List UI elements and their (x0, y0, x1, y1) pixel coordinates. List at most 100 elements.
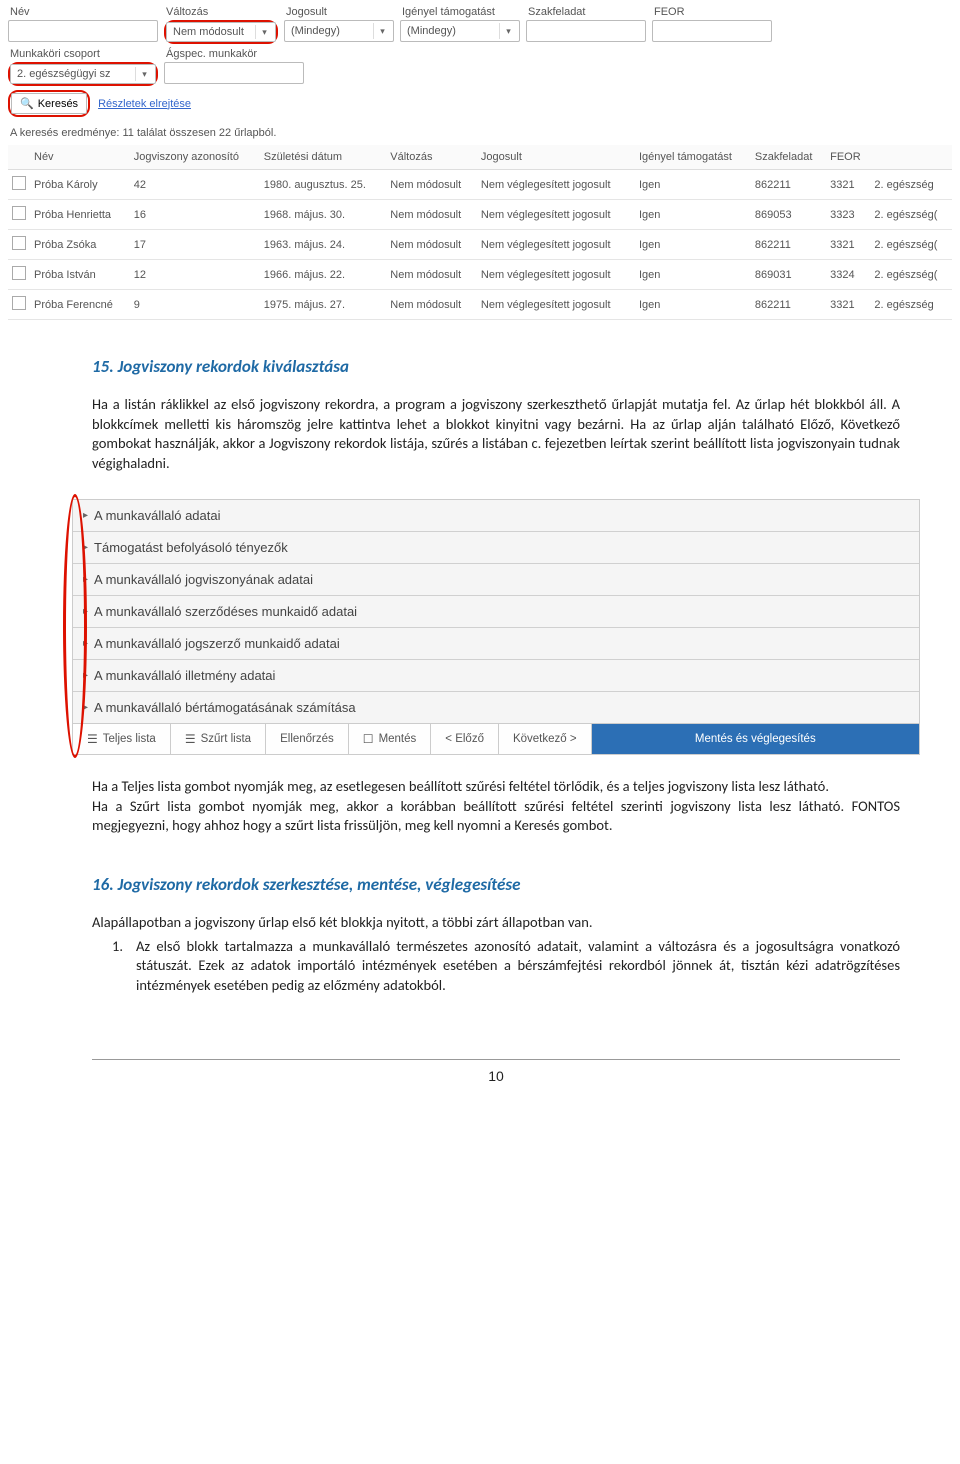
input-agspec[interactable] (164, 62, 304, 84)
cell-igenyel: Igen (635, 170, 751, 200)
search-form: Név Változás Nem módosult ▾ Jogosult (Mi… (0, 0, 960, 123)
cell-valtozas: Nem módosult (386, 230, 477, 260)
cell-nev: Próba Károly (30, 170, 130, 200)
mentes-button[interactable]: ☐Mentés (349, 724, 431, 754)
label-jogosult: Jogosult (284, 6, 394, 18)
cell-group: 2. egészség( (870, 200, 952, 230)
cell-valtozas: Nem módosult (386, 170, 477, 200)
select-munkakori[interactable]: 2. egészségügyi sz ▾ (10, 64, 156, 84)
search-button[interactable]: 🔍 Keresés (11, 93, 87, 114)
label-valtozas: Változás (164, 6, 278, 18)
label-igenyel: Igényel támogatást (400, 6, 520, 18)
input-szakfeladat[interactable] (526, 20, 646, 42)
accordion-item[interactable]: ▸A munkavállaló szerződéses munkaidő ada… (73, 596, 919, 628)
elozo-button[interactable]: < Előző (431, 724, 499, 754)
teljes-lista-button[interactable]: ☰Teljes lista (73, 724, 171, 754)
chevron-down-icon: ▾ (255, 25, 273, 39)
row-checkbox[interactable] (12, 266, 26, 280)
szurt-lista-button[interactable]: ☰Szűrt lista (171, 724, 266, 754)
search-form-row2: Munkaköri csoport 2. egészségügyi sz ▾ Á… (8, 48, 952, 86)
cell-nev: Próba Zsóka (30, 230, 130, 260)
accordion-label: A munkavállaló jogszerző munkaidő adatai (94, 636, 340, 651)
label-szakfeladat: Szakfeladat (526, 6, 646, 18)
search-actions: 🔍 Keresés Részletek elrejtése (8, 90, 952, 117)
table-header-row: Név Jogviszony azonosító Születési dátum… (8, 145, 952, 170)
accordion-item[interactable]: ▸ A munkavállaló jogviszonyának adatai (73, 564, 919, 596)
cell-feor: 3321 (826, 290, 870, 320)
row-checkbox[interactable] (12, 206, 26, 220)
cell-jogviszony: 12 (130, 260, 260, 290)
chevron-down-icon: ▾ (373, 23, 391, 39)
cell-szuletesi: 1980. augusztus. 25. (260, 170, 387, 200)
cell-szakfeladat: 862211 (751, 230, 826, 260)
cell-valtozas: Nem módosult (386, 290, 477, 320)
highlight-search-btn: 🔍 Keresés (8, 90, 90, 117)
cell-jogosult: Nem véglegesített jogosult (477, 200, 635, 230)
list-icon: ☰ (185, 732, 196, 746)
results-table-wrap: Név Jogviszony azonosító Születési dátum… (0, 143, 960, 328)
cell-nev: Próba István (30, 260, 130, 290)
section-15b: Ha a Teljes lista gombot nyomják meg, az… (0, 755, 960, 862)
label-agspec: Ágspec. munkakör (164, 48, 304, 60)
triangle-icon: ▸ (83, 606, 88, 617)
accordion-label: A munkavállaló jogviszonyának adatai (94, 572, 313, 587)
select-valtozas[interactable]: Nem módosult ▾ (166, 22, 276, 42)
accordion-label: A munkavállaló illetmény adatai (94, 668, 275, 683)
triangle-icon: ▸ (83, 574, 88, 585)
cell-jogviszony: 16 (130, 200, 260, 230)
label-munkakori: Munkaköri csoport (8, 48, 158, 60)
cell-feor: 3323 (826, 200, 870, 230)
cell-jogviszony: 17 (130, 230, 260, 260)
cell-group: 2. egészség (870, 290, 952, 320)
input-feor[interactable] (652, 20, 772, 42)
cell-group: 2. egészség( (870, 230, 952, 260)
details-hide-link[interactable]: Részletek elrejtése (98, 98, 191, 110)
section-15-title: 15. Jogviszony rekordok kiválasztása (92, 356, 900, 377)
cell-igenyel: Igen (635, 230, 751, 260)
cell-group: 2. egészség( (870, 260, 952, 290)
accordion-item[interactable]: ▸ A munkavállaló jogszerző munkaidő adata… (73, 628, 919, 660)
section-16-title: 16. Jogviszony rekordok szerkesztése, me… (92, 874, 900, 895)
accordion-item[interactable]: ▸A munkavállaló bértámogatásának számítá… (73, 692, 919, 723)
select-igenyel[interactable]: (Mindegy) ▾ (400, 20, 520, 42)
cell-szuletesi: 1968. május. 30. (260, 200, 387, 230)
cell-feor: 3321 (826, 170, 870, 200)
table-row[interactable]: Próba István 12 1966. május. 22. Nem mód… (8, 260, 952, 290)
accordion-item[interactable]: ▸A munkavállaló illetmény adatai (73, 660, 919, 692)
accordion-item[interactable]: ▸Támogatást befolyásoló tényezők (73, 532, 919, 564)
section-15: 15. Jogviszony rekordok kiválasztása Ha … (0, 328, 960, 499)
accordion-label: A munkavállaló adatai (94, 508, 220, 523)
table-row[interactable]: Próba Zsóka 17 1963. május. 24. Nem módo… (8, 230, 952, 260)
cell-szuletesi: 1963. május. 24. (260, 230, 387, 260)
cell-jogviszony: 42 (130, 170, 260, 200)
accordion-item[interactable]: ▸A munkavállaló adatai (73, 500, 919, 532)
ellenorzes-button[interactable]: Ellenőrzés (266, 724, 349, 754)
cell-szakfeladat: 869031 (751, 260, 826, 290)
cell-szakfeladat: 862211 (751, 170, 826, 200)
select-jogosult[interactable]: (Mindegy) ▾ (284, 20, 394, 42)
mentes-veglegesites-button[interactable]: Mentés és véglegesítés (592, 724, 919, 754)
section-16-li1: 1. Az első blokk tartalmazza a munkaváll… (112, 937, 900, 996)
kovetkezo-button[interactable]: Következő > (499, 724, 592, 754)
cell-feor: 3324 (826, 260, 870, 290)
cell-szakfeladat: 869053 (751, 200, 826, 230)
row-checkbox[interactable] (12, 176, 26, 190)
chevron-down-icon: ▾ (499, 23, 517, 39)
highlight-munkakori: 2. egészségügyi sz ▾ (8, 62, 158, 86)
cell-jogviszony: 9 (130, 290, 260, 320)
cell-valtozas: Nem módosult (386, 200, 477, 230)
cell-szakfeladat: 862211 (751, 290, 826, 320)
save-icon: ☐ (363, 732, 374, 746)
table-row[interactable]: Próba Henrietta 16 1968. május. 30. Nem … (8, 200, 952, 230)
cell-igenyel: Igen (635, 200, 751, 230)
row-checkbox[interactable] (12, 296, 26, 310)
input-nev[interactable] (8, 20, 158, 42)
triangle-icon: ▸ (83, 638, 88, 649)
cell-feor: 3321 (826, 230, 870, 260)
section-16-p1: Alapállapotban a jogviszony űrlap első k… (92, 913, 900, 933)
triangle-icon: ▸ (83, 542, 88, 553)
table-row[interactable]: Próba Károly 42 1980. augusztus. 25. Nem… (8, 170, 952, 200)
row-checkbox[interactable] (12, 236, 26, 250)
label-nev: Név (8, 6, 158, 18)
table-row[interactable]: Próba Ferencné 9 1975. május. 27. Nem mó… (8, 290, 952, 320)
